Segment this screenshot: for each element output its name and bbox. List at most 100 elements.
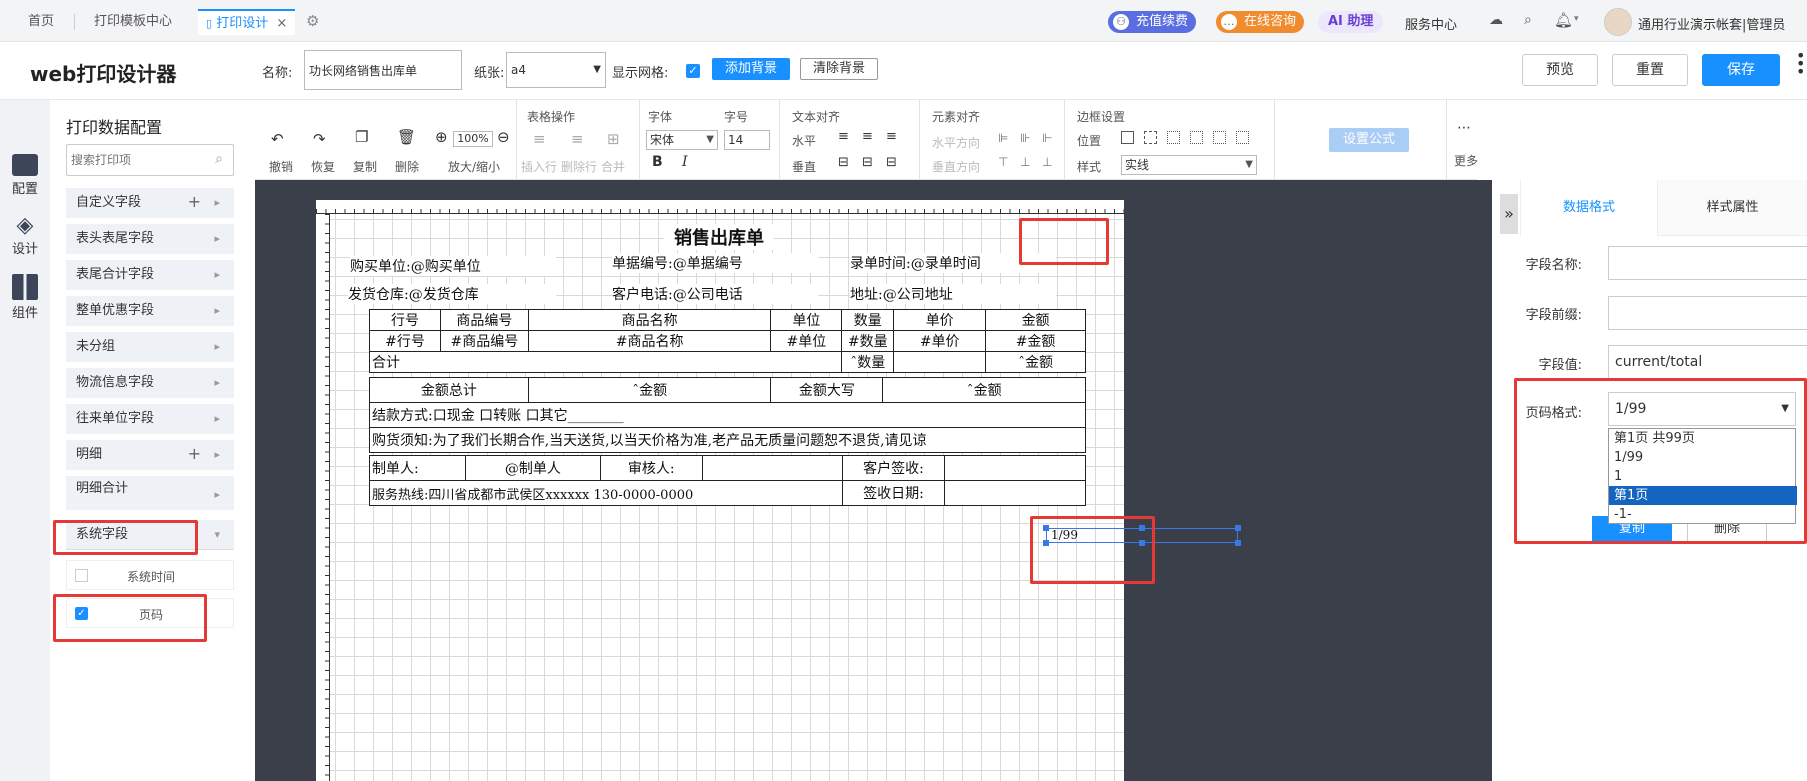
table-cell[interactable]: 结款方式:口现金 口转账 口其它________ [369, 402, 1086, 428]
table-cell[interactable]: ˆ金额 [882, 377, 1086, 403]
table-cell[interactable]: @制单人 [464, 455, 601, 481]
align-bottom-icon[interactable]: ⊟ [886, 155, 897, 170]
group-logistics[interactable]: 物流信息字段 ▸ [66, 368, 234, 398]
group-header-footer[interactable]: 表头表尾字段 ▸ [66, 224, 234, 254]
table-cell[interactable]: 服务热线:四川省成都市武侯区xxxxxx 130-0000-0000 [369, 480, 843, 506]
template-name-input[interactable] [304, 50, 462, 90]
border-style-select[interactable]: 实线 ▼ [1121, 155, 1257, 175]
consult-button[interactable]: … 在线咨询 [1216, 11, 1305, 33]
table-cell[interactable] [944, 480, 1086, 506]
redo-icon[interactable]: ↷ [313, 130, 326, 148]
table-cell[interactable]: 制单人: [369, 455, 466, 481]
elem-align-left-icon[interactable]: ⊫ [998, 131, 1008, 145]
more-vert-icon[interactable]: • • • [1796, 48, 1805, 80]
search-input[interactable] [67, 145, 197, 175]
align-right-icon[interactable]: ≡ [886, 129, 897, 144]
system-item-time[interactable]: 系统时间 [66, 560, 234, 590]
tab-style-attrs[interactable]: 样式属性 [1658, 180, 1807, 236]
border-none-icon[interactable] [1121, 131, 1134, 144]
grid-checkbox[interactable]: ✓ [686, 64, 700, 78]
group-discount[interactable]: 整单优惠字段 ▸ [66, 296, 234, 326]
table-cell[interactable]: #商品编号 [439, 330, 529, 352]
delete-row-button[interactable]: 删除行 [561, 158, 597, 175]
copy-icon[interactable]: ❐ [355, 128, 368, 146]
table-cell[interactable]: 客户签收: [841, 455, 946, 481]
clear-background-button[interactable]: 清除背景 [800, 58, 878, 80]
add-background-button[interactable]: 添加背景 [712, 58, 790, 80]
merge-button[interactable]: 合并 [601, 158, 625, 175]
paper-title[interactable]: 销售出库单 [664, 224, 774, 250]
group-detail[interactable]: 明细 + ▸ [66, 440, 234, 470]
save-button[interactable]: 保存 [1702, 54, 1780, 86]
table-cell[interactable]: 金额大写 [770, 377, 884, 403]
resize-handle[interactable] [1235, 540, 1241, 546]
field-name-input[interactable] [1608, 246, 1807, 280]
table-header-cell[interactable]: 商品名称 [527, 309, 772, 331]
italic-icon[interactable]: I [682, 154, 688, 170]
group-partner[interactable]: 往来单位字段 ▸ [66, 404, 234, 434]
table-cell[interactable]: #单价 [893, 330, 987, 352]
table-header-cell[interactable]: 金额 [985, 309, 1086, 331]
border-v-icon[interactable] [1236, 131, 1249, 144]
field-warehouse[interactable]: 发货仓库:@发货仓库 [348, 284, 556, 304]
align-top-icon[interactable]: ⊟ [838, 155, 849, 170]
group-ungrouped[interactable]: 未分组 ▸ [66, 332, 234, 362]
user-name[interactable]: 通用行业演示帐套|管理员 [1638, 14, 1785, 33]
tab-data-format[interactable]: 数据格式 [1520, 180, 1658, 236]
border-inner-icon[interactable] [1167, 131, 1180, 144]
align-center-icon[interactable]: ≡ [862, 129, 873, 144]
delete-button[interactable]: 删除 [395, 158, 419, 175]
table-cell[interactable] [701, 455, 843, 481]
preview-button[interactable]: 预览 [1522, 54, 1598, 86]
zoom-value[interactable]: 100% [453, 131, 493, 147]
table-cell[interactable]: ˆ数量 [841, 351, 895, 373]
undo-icon[interactable]: ↶ [271, 130, 284, 148]
table-header-cell[interactable]: 单位 [770, 309, 843, 331]
table-cell[interactable]: #金额 [985, 330, 1086, 352]
field-value-input[interactable]: current/total [1608, 345, 1807, 379]
goods-table[interactable]: 行号 商品编号 商品名称 单位 数量 单价 金额 #行号 #商品编号 #商品名称… [368, 309, 1086, 373]
nav-components[interactable]: 组件 [0, 274, 50, 321]
delete-row-icon[interactable]: ≡ [571, 130, 584, 148]
undo-button[interactable]: 撤销 [269, 158, 293, 175]
insert-row-icon[interactable]: ≡ [533, 130, 546, 148]
table-cell[interactable]: 合计 [368, 351, 843, 373]
elem-align-top-icon[interactable]: ⊤ [998, 155, 1008, 169]
tab-print-design[interactable]: ▯ 打印设计 × [198, 9, 296, 35]
search-icon[interactable]: ⌕ [1524, 12, 1532, 28]
settings-icon[interactable]: ⚙ [306, 12, 319, 30]
table-cell[interactable]: #行号 [369, 330, 441, 352]
merge-icon[interactable]: ⊞ [607, 130, 620, 148]
table-header-cell[interactable]: 行号 [369, 309, 441, 331]
sign-table[interactable]: 制单人: @制单人 审核人: 客户签收: 服务热线:四川省成都市武侯区xxxxx… [369, 455, 1086, 506]
bell-icon[interactable]: 🔔︎ [1554, 11, 1573, 29]
group-detail-total[interactable]: 明细合计 ▸ [66, 476, 234, 510]
more-button[interactable]: 更多 [1454, 152, 1478, 169]
table-cell[interactable] [944, 455, 1086, 481]
table-cell[interactable]: #单位 [770, 330, 843, 352]
elem-align-bottom-icon[interactable]: ⊥ [1042, 155, 1052, 169]
field-address[interactable]: 地址:@公司地址 [850, 284, 1056, 304]
resize-handle[interactable] [1235, 525, 1241, 531]
insert-row-button[interactable]: 插入行 [521, 158, 557, 175]
avatar[interactable] [1604, 8, 1632, 36]
copy-button[interactable]: 复制 [353, 158, 377, 175]
table-cell[interactable]: #商品名称 [527, 330, 772, 352]
cloud-icon[interactable]: ☁ [1489, 12, 1503, 28]
table-cell[interactable]: ˆ金额 [985, 351, 1086, 373]
table-header-cell[interactable]: 单价 [893, 309, 987, 331]
collapse-panel-icon[interactable]: » [1500, 194, 1518, 234]
recharge-button[interactable]: ⚇ 充值续费 [1108, 11, 1197, 33]
paper-select[interactable]: a4 ▼ [506, 52, 606, 88]
nav-design[interactable]: ◈ 设计 [0, 214, 50, 258]
tab-home[interactable]: 首页 [28, 9, 54, 35]
border-outer-icon[interactable] [1190, 131, 1203, 144]
table-cell[interactable]: 金额总计 [369, 377, 529, 403]
table-header-cell[interactable]: 商品编号 [439, 309, 529, 331]
reset-button[interactable]: 重置 [1612, 54, 1688, 86]
summary-table[interactable]: 金额总计 ˆ金额 金额大写 ˆ金额 结款方式:口现金 口转账 口其它______… [369, 377, 1086, 453]
align-middle-icon[interactable]: ⊟ [862, 155, 873, 170]
ai-assistant-button[interactable]: AI 助理 [1318, 11, 1384, 33]
field-prefix-input[interactable] [1608, 296, 1807, 330]
align-left-icon[interactable]: ≡ [838, 129, 849, 144]
